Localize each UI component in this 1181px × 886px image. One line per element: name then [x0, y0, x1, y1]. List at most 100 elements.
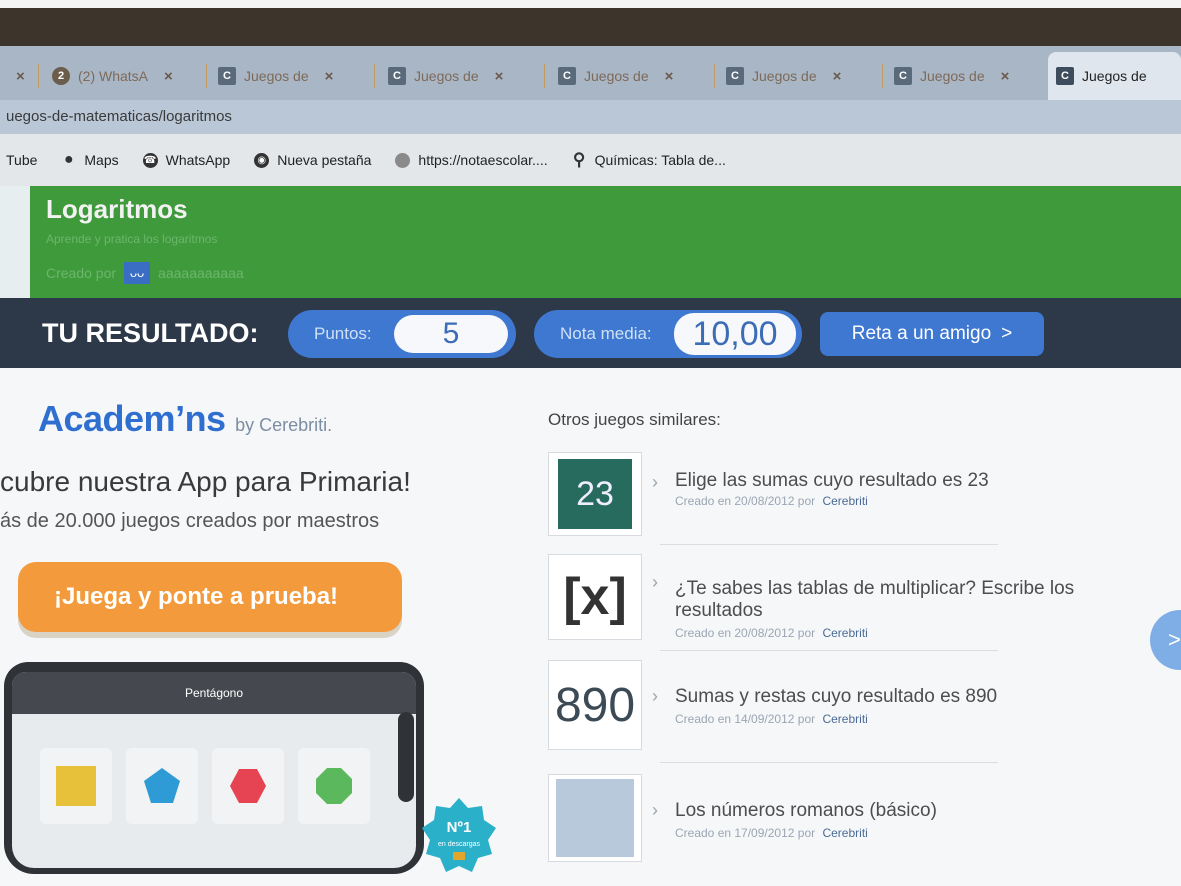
created-date: Creado en 14/09/2012 — [675, 712, 795, 726]
divider — [660, 544, 998, 545]
hexagon-tile — [212, 748, 284, 824]
square-tile — [40, 748, 112, 824]
search-icon: ⚲ — [572, 150, 586, 169]
window-frame — [0, 0, 1181, 52]
thumb-text: 23 — [558, 459, 632, 529]
game-thumbnail[interactable] — [548, 774, 642, 862]
bookmark-maps[interactable]: ● Maps — [61, 151, 119, 168]
by-label: por — [797, 712, 816, 726]
bookmark-label: Tube — [6, 152, 38, 168]
frame-edge — [0, 0, 1181, 8]
divider — [660, 650, 998, 651]
tab-label: Juegos de — [414, 68, 479, 84]
square-shape — [56, 766, 96, 806]
chevron-right-icon: › — [652, 472, 658, 492]
bookmark-youtube[interactable]: Tube — [6, 152, 37, 168]
bookmarks-bar: Tube ● Maps ☎ WhatsApp ◉ Nueva pestaña h… — [0, 134, 1181, 186]
badge-text: Nº1 — [447, 819, 472, 836]
bookmark-label: Químicas: Tabla de... — [594, 152, 726, 168]
tab-partial[interactable]: × — [0, 56, 36, 96]
play-button[interactable]: ¡Juega y ponte a prueba! — [18, 562, 402, 632]
cerebriti-icon: C — [894, 67, 912, 85]
game-thumbnail[interactable]: [x] — [548, 554, 642, 640]
avatar[interactable]: ᴗᴗ — [124, 262, 151, 284]
tab-close-icon[interactable]: × — [164, 68, 173, 85]
tab-juegos[interactable]: C Juegos de × — [210, 56, 372, 96]
game-thumbnail[interactable]: 890 — [548, 660, 642, 750]
logo-by: by Cerebriti. — [235, 415, 333, 435]
game-title[interactable]: Los números romanos (básico) — [675, 800, 1115, 822]
tab-label: (2) WhatsA — [78, 68, 149, 84]
points-label: Puntos: — [314, 324, 372, 343]
academons-logo[interactable]: Academ’ns by Cerebriti. — [38, 398, 332, 440]
next-arrow-button[interactable]: > — [1150, 610, 1181, 670]
hexagon-shape — [230, 769, 266, 803]
bookmark-notaescolar[interactable]: https://notaescolar.... — [395, 152, 548, 168]
bookmark-whatsapp[interactable]: ☎ WhatsApp — [142, 152, 230, 168]
tab-close-icon[interactable]: × — [325, 68, 334, 85]
bookmark-label: Maps — [84, 152, 119, 168]
game-title[interactable]: Sumas y restas cuyo resultado es 890 — [675, 686, 1115, 708]
game-author[interactable]: Cerebriti — [822, 826, 867, 840]
bookmark-quimicas[interactable]: ⚲ Químicas: Tabla de... — [572, 150, 726, 169]
game-author[interactable]: Cerebriti — [822, 712, 867, 726]
menu-strip[interactable] — [0, 186, 30, 298]
tab-close-icon[interactable]: × — [665, 68, 674, 85]
by-label: por — [797, 626, 816, 640]
page-subtitle: Aprende y pratica los logaritmos — [46, 232, 218, 246]
tab-close-icon[interactable]: × — [16, 68, 25, 85]
octagon-shape — [316, 768, 352, 804]
tab-whatsapp[interactable]: 2 (2) WhatsA × — [44, 56, 204, 96]
game-title[interactable]: ¿Te sabes las tablas de multiplicar? Esc… — [675, 578, 1115, 622]
bookmark-label: Nueva pestaña — [277, 152, 372, 168]
tab-active[interactable]: C Juegos de — [1048, 52, 1181, 100]
thumb-text: [x] — [563, 568, 627, 626]
game-author[interactable]: Cerebriti — [822, 494, 867, 508]
tab-juegos[interactable]: C Juegos de × — [886, 56, 1048, 96]
chevron-right-icon: › — [652, 800, 658, 820]
points-value: 5 — [394, 315, 508, 353]
main-content: Academ’ns by Cerebriti. cubre nuestra Ap… — [0, 368, 1181, 886]
tab-juegos[interactable]: C Juegos de × — [380, 56, 542, 96]
tab-separator — [714, 64, 715, 88]
map-pin-icon: ● — [64, 151, 74, 168]
tab-separator — [374, 64, 375, 88]
pentagon-shape — [144, 768, 180, 803]
bookmark-new-tab[interactable]: ◉ Nueva pestaña — [254, 152, 371, 168]
created-by-label: Creado por — [46, 265, 117, 281]
game-title[interactable]: Elige las sumas cuyo resultado es 23 — [675, 470, 1115, 492]
promo-subline: ás de 20.000 juegos creados por maestros — [0, 510, 380, 532]
globe-icon: ◉ — [254, 152, 270, 168]
cerebriti-icon: C — [726, 67, 744, 85]
tab-juegos[interactable]: C Juegos de × — [550, 56, 712, 96]
badge-sub: en descargas — [438, 841, 481, 848]
game-header: Logaritmos Aprende y pratica los logarit… — [0, 186, 1181, 298]
cerebriti-icon: C — [1056, 67, 1074, 85]
chevron-right-icon: > — [1001, 323, 1013, 344]
tab-close-icon[interactable]: × — [833, 68, 842, 85]
whatsapp-icon: ☎ — [142, 152, 158, 168]
challenge-friend-button[interactable]: Reta a un amigo > — [820, 312, 1044, 356]
pentagon-tile — [126, 748, 198, 824]
game-meta: Creado en 20/08/2012 por Cerebriti — [675, 494, 868, 508]
created-date: Creado en 20/08/2012 — [675, 494, 795, 508]
similar-games-heading: Otros juegos similares: — [548, 410, 721, 429]
octagon-tile — [298, 748, 370, 824]
page-title: Logaritmos — [46, 194, 188, 224]
tab-close-icon[interactable]: × — [1001, 68, 1010, 85]
result-bar: TU RESULTADO: Puntos: 5 Nota media: 10,0… — [0, 298, 1181, 368]
author-name[interactable]: aaaaaaaaaaa — [158, 265, 244, 281]
phone-notch — [398, 712, 414, 802]
game-author[interactable]: Cerebriti — [822, 626, 867, 640]
challenge-label: Reta a un amigo — [851, 323, 992, 344]
divider — [660, 762, 998, 763]
phone-mockup: Pentágono — [4, 662, 424, 874]
chevron-right-icon: › — [652, 572, 658, 592]
tab-close-icon[interactable]: × — [495, 68, 504, 85]
author-line: Creado por ᴗᴗ aaaaaaaaaaa — [46, 262, 244, 284]
logo-text: Academ’ns — [38, 398, 226, 439]
game-meta: Creado en 14/09/2012 por Cerebriti — [675, 712, 868, 726]
tab-juegos[interactable]: C Juegos de × — [718, 56, 880, 96]
address-bar[interactable]: uegos-de-matematicas/logaritmos — [0, 100, 1181, 134]
game-thumbnail[interactable]: 23 — [548, 452, 642, 536]
